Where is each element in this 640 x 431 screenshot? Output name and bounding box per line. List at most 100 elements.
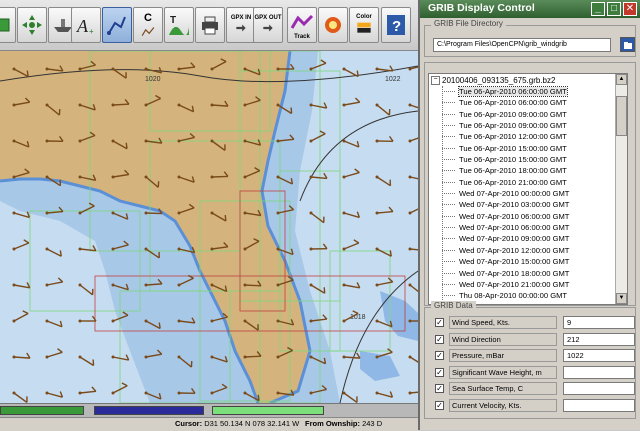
tree-item-label: Wed 07-Apr-2010 06:00:00 GMT: [459, 223, 569, 232]
data-value: [563, 366, 635, 379]
move-arrows-icon: [20, 13, 44, 37]
scroll-thumb[interactable]: [616, 96, 627, 136]
tree-item[interactable]: Tue 06-Apr-2010 06:00:00 GMT: [429, 86, 624, 97]
data-value: [563, 399, 635, 412]
tree-item[interactable]: Wed 07-Apr-2010 15:00:00 GMT: [429, 256, 624, 267]
tree-item-label: Tue 06-Apr-2010 15:00:00 GMT: [459, 144, 567, 153]
isobar-label: 1020: [145, 76, 161, 83]
piano-key-vector[interactable]: [94, 406, 204, 415]
toolbar-button-gpx-in[interactable]: GPX IN: [226, 7, 256, 43]
text-tool-icon: A+: [74, 13, 98, 37]
tree-item-label: Tue 06-Apr-2010 09:00:00 GMT: [459, 121, 567, 130]
grib-data-group: GRIB Data ✓Wind Speed, Kts.9✓Wind Direct…: [424, 307, 636, 419]
tree-item-label: Tue 06-Apr-2010 09:00:00 GMT: [459, 110, 567, 119]
data-label: Wind Direction: [449, 333, 557, 346]
tree-item[interactable]: Wed 07-Apr-2010 06:00:00 GMT: [429, 211, 624, 222]
toolbar-button-gpx-out[interactable]: GPX OUT: [253, 7, 283, 43]
scroll-down-icon[interactable]: ▼: [616, 293, 627, 304]
ownship-value: 243 D: [362, 419, 382, 428]
cursor-position: Cursor: D31 50.134 N 078 32.141 W: [175, 418, 299, 430]
dialog-titlebar[interactable]: GRIB Display Control _ □ ✕: [420, 0, 640, 18]
svg-text:?: ?: [392, 18, 401, 35]
data-label: Wind Speed, Kts.: [449, 316, 557, 329]
toolbar-button-text[interactable]: A+: [71, 7, 101, 43]
directory-group: GRIB File Directory C:\Program Files\Ope…: [424, 25, 636, 57]
collapse-icon[interactable]: −: [431, 76, 440, 85]
toolbar-button-zoom[interactable]: [0, 7, 16, 43]
tree-item[interactable]: Wed 07-Apr-2010 09:00:00 GMT: [429, 233, 624, 244]
grib-data-row: ✓Wind Direction212: [435, 333, 635, 347]
data-checkbox[interactable]: ✓: [435, 384, 444, 393]
data-checkbox[interactable]: ✓: [435, 335, 444, 344]
minimize-button[interactable]: _: [591, 2, 605, 16]
tree-item-label: Wed 07-Apr-2010 12:00:00 GMT: [459, 246, 569, 255]
maximize-button[interactable]: □: [607, 2, 621, 16]
piano-key-cm93[interactable]: [212, 406, 324, 415]
tree-item[interactable]: Wed 07-Apr-2010 21:00:00 GMT: [429, 279, 624, 290]
grib-dialog: GRIB Display Control _ □ ✕ GRIB File Dir…: [418, 0, 640, 430]
choose-directory-button[interactable]: [620, 37, 635, 52]
export-arrow-icon: [256, 21, 280, 35]
data-label: Sea Surface Temp, C: [449, 382, 557, 395]
directory-path-field[interactable]: C:\Program Files\OpenCPN\grib_windgrib: [433, 38, 611, 52]
tree-scrollbar[interactable]: ▲ ▼: [615, 74, 627, 304]
tree-item[interactable]: Wed 07-Apr-2010 03:00:00 GMT: [429, 199, 624, 210]
tree-item-label: Tue 06-Apr-2010 06:00:00 GMT: [459, 98, 567, 107]
data-checkbox[interactable]: ✓: [435, 368, 444, 377]
grib-data-row: ✓ Wind Speed, Kts. 9: [435, 316, 635, 330]
grib-file-tree[interactable]: −20100406_093135_675.grb.bz2 Tue 06-Apr-…: [428, 73, 628, 305]
toolbar-button-route[interactable]: [102, 7, 132, 43]
tree-item[interactable]: Tue 06-Apr-2010 09:00:00 GMT: [429, 120, 624, 131]
tree-item[interactable]: Tue 06-Apr-2010 18:00:00 GMT: [429, 165, 624, 176]
tree-item[interactable]: Tue 06-Apr-2010 21:00:00 GMT: [429, 177, 624, 188]
tree-item-label: Wed 07-Apr-2010 00:00:00 GMT: [459, 189, 569, 198]
toolbar-button-print[interactable]: [195, 7, 225, 43]
track-icon: [290, 10, 314, 34]
toolbar-button-label: C: [144, 13, 152, 24]
tree-item[interactable]: Wed 07-Apr-2010 18:00:00 GMT: [429, 268, 624, 279]
toolbar-button-pan[interactable]: [17, 7, 47, 43]
chart-map[interactable]: 1020 1022 1018: [0, 51, 418, 403]
main-toolbar: A+ C T GPX IN GPX OUT Track Color ?: [0, 0, 418, 51]
tree-items: Tue 06-Apr-2010 06:00:00 GMTTue 06-Apr-2…: [429, 86, 624, 305]
ownship-bearing: From Ownship: 243 D: [305, 418, 382, 430]
data-label: Significant Wave Height, m: [449, 366, 557, 379]
tree-item[interactable]: Wed 07-Apr-2010 06:00:00 GMT: [429, 222, 624, 233]
tree-item-label: Wed 07-Apr-2010 03:00:00 GMT: [459, 200, 569, 209]
data-checkbox[interactable]: ✓: [435, 351, 444, 360]
import-arrow-icon: [229, 21, 253, 35]
tree-item-label: Wed 07-Apr-2010 21:00:00 GMT: [459, 280, 569, 289]
toolbar-button-help[interactable]: ?: [381, 7, 411, 43]
status-bar: Cursor: D31 50.134 N 078 32.141 W From O…: [0, 417, 418, 431]
scroll-up-icon[interactable]: ▲: [616, 74, 627, 85]
maximize-icon: □: [611, 3, 617, 14]
tree-item[interactable]: Tue 06-Apr-2010 09:00:00 GMT: [429, 109, 624, 120]
svg-text:+: +: [89, 27, 94, 36]
tree-root-node[interactable]: −20100406_093135_675.grb.bz2: [431, 76, 555, 85]
tree-item[interactable]: Wed 07-Apr-2010 00:00:00 GMT: [429, 188, 624, 199]
piano-key-raster[interactable]: [0, 406, 84, 415]
toolbar-button-tide[interactable]: T: [164, 7, 194, 43]
toolbar-button-color[interactable]: Color: [349, 7, 379, 43]
tree-item[interactable]: Tue 06-Apr-2010 15:00:00 GMT: [429, 154, 624, 165]
printer-icon: [198, 13, 222, 37]
data-label: Pressure, mBar: [449, 349, 557, 362]
toolbar-button-track[interactable]: Track: [287, 7, 317, 43]
tree-item[interactable]: Thu 08-Apr-2010 00:00:00 GMT: [429, 290, 624, 301]
tree-item[interactable]: Tue 06-Apr-2010 15:00:00 GMT: [429, 143, 624, 154]
color-scheme-icon: [352, 20, 376, 36]
data-checkbox[interactable]: ✓: [435, 318, 444, 327]
tree-item[interactable]: Tue 06-Apr-2010 06:00:00 GMT: [429, 97, 624, 108]
chart-canvas[interactable]: 1020 1022 1018: [0, 51, 418, 403]
tree-item-label: Wed 07-Apr-2010 18:00:00 GMT: [459, 269, 569, 278]
tree-item-label: Tue 06-Apr-2010 15:00:00 GMT: [459, 155, 567, 164]
tree-item-label: Tue 06-Apr-2010 18:00:00 GMT: [459, 166, 567, 175]
tree-item[interactable]: Tue 06-Apr-2010 12:00:00 GMT: [429, 131, 624, 142]
tree-item[interactable]: Wed 07-Apr-2010 12:00:00 GMT: [429, 245, 624, 256]
toolbar-button-current[interactable]: C: [133, 7, 163, 43]
ownship-label: From Ownship:: [305, 419, 360, 428]
data-value: 9: [563, 316, 635, 329]
close-button[interactable]: ✕: [623, 2, 637, 16]
toolbar-button-mob[interactable]: [318, 7, 348, 43]
data-checkbox[interactable]: ✓: [435, 401, 444, 410]
